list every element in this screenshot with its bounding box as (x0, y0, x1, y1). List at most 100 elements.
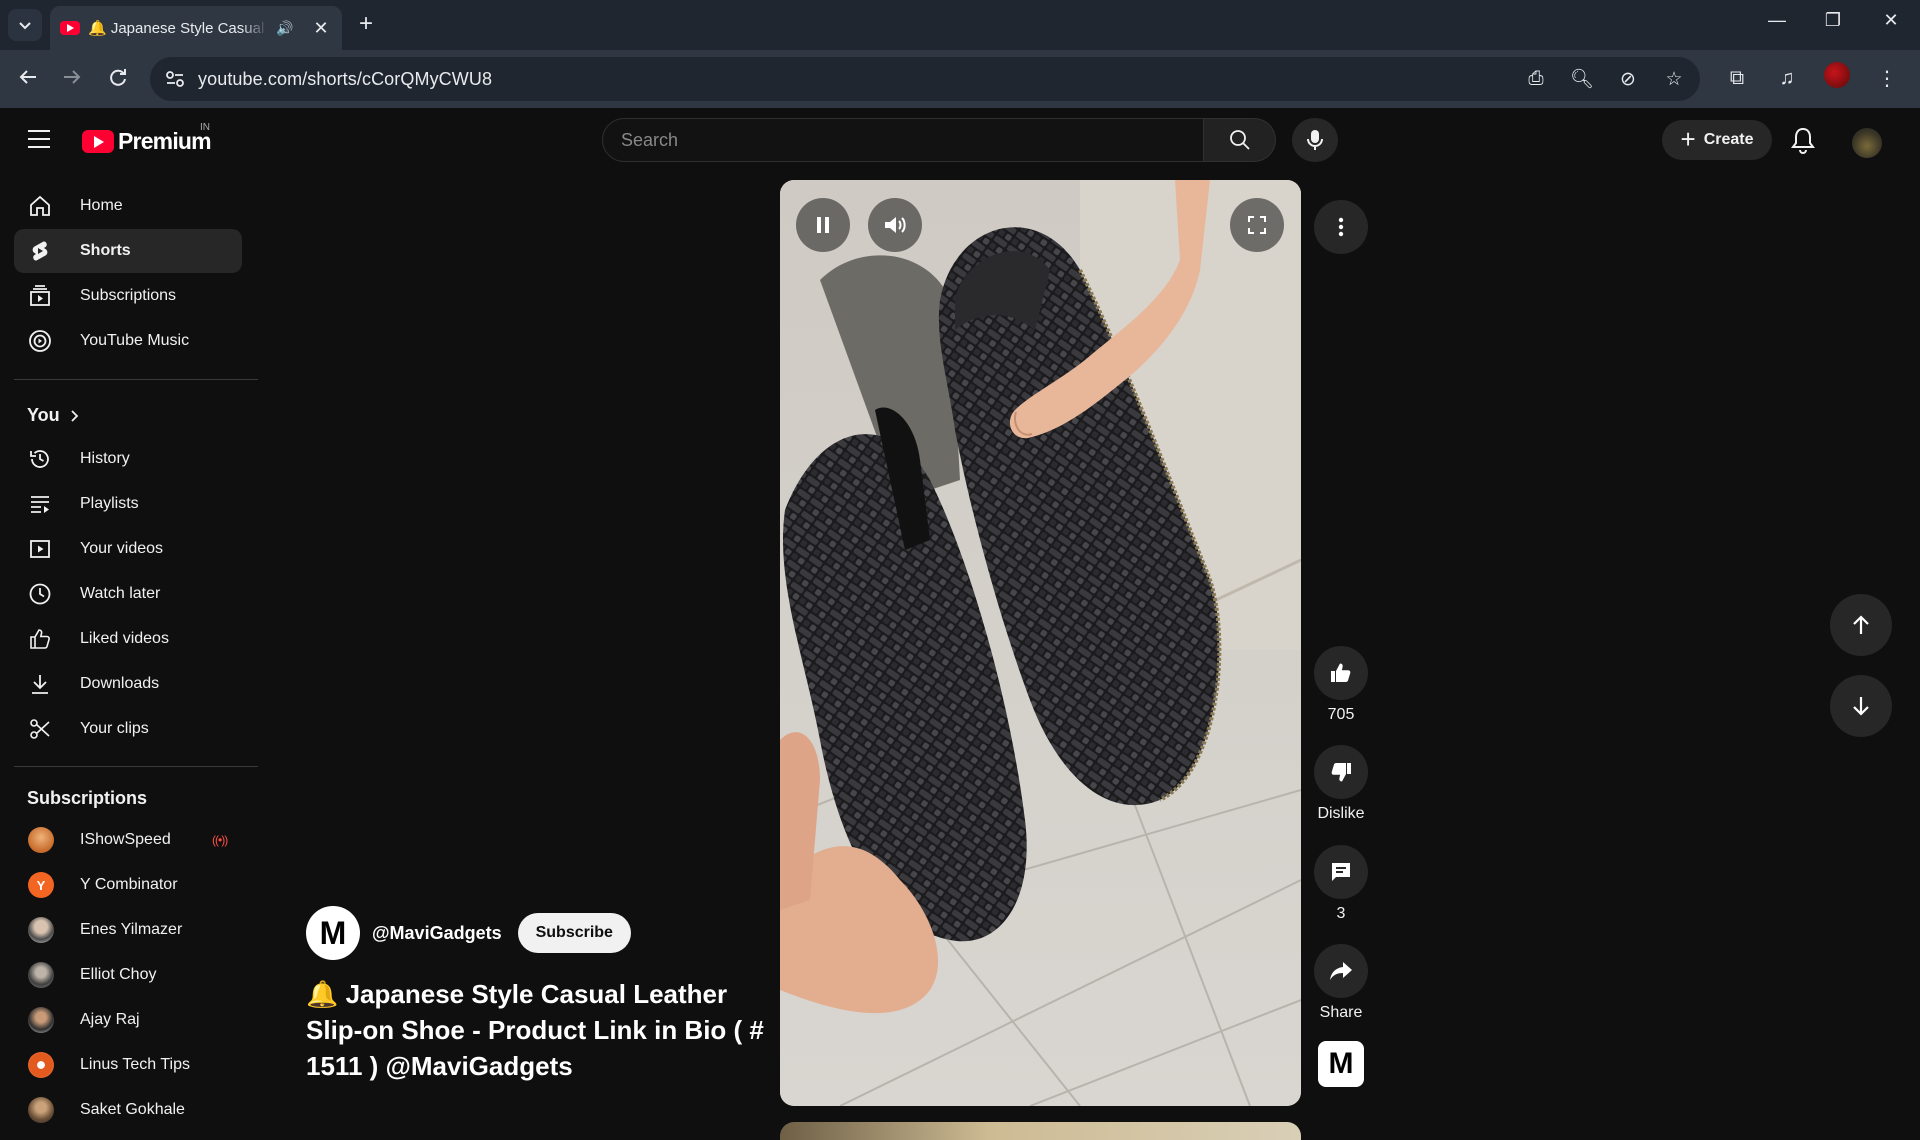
forward-button[interactable] (58, 66, 86, 94)
reload-button[interactable] (104, 66, 132, 94)
browser-tab-strip: 🔔 Japanese Style Casual Leather Slip-on … (0, 0, 1920, 50)
dislike-button[interactable] (1314, 745, 1368, 799)
sidebar-item-downloads[interactable]: Downloads (14, 662, 242, 706)
share-icon (1330, 962, 1352, 980)
sidebar-section-title: You (27, 405, 60, 425)
tab-audio-icon[interactable]: 🔊 (276, 20, 293, 37)
install-app-icon[interactable]: ⎙ (1524, 68, 1548, 90)
sidebar-item-label: Liked videos (80, 630, 169, 647)
comment-count: 3 (1336, 905, 1346, 922)
guide-sidebar: Home Shorts Subscriptions YouTube Music … (0, 172, 258, 1140)
site-info-icon[interactable] (164, 68, 186, 90)
sidebar-item-history[interactable]: History (14, 437, 242, 481)
more-actions-button[interactable] (1314, 200, 1368, 254)
channel-avatar (28, 962, 54, 988)
like-count: 705 (1327, 706, 1355, 723)
back-button[interactable] (14, 66, 42, 94)
sidebar-item-shorts[interactable]: Shorts (14, 229, 242, 273)
chevron-right-icon (71, 409, 78, 422)
sidebar-item-label: Elliot Choy (80, 966, 157, 983)
subscription-item[interactable]: Enes Yilmazer (14, 908, 242, 952)
share-action: Share (1314, 944, 1368, 1022)
short-title[interactable]: 🔔 Japanese Style Casual Leather Slip-on … (306, 976, 766, 1084)
pause-button[interactable] (796, 198, 850, 252)
media-controls-icon[interactable]: ♫ (1774, 67, 1800, 90)
your-videos-icon (28, 537, 52, 561)
youtube-favicon-icon (60, 21, 80, 35)
tab-close-button[interactable]: ✕ (310, 18, 332, 39)
channel-handle[interactable]: @MaviGadgets (372, 923, 502, 944)
short-metadata: M @MaviGadgets Subscribe 🔔 Japanese Styl… (306, 906, 766, 1084)
subscription-item[interactable]: Linus Tech Tips (14, 1043, 242, 1087)
window-minimize-button[interactable]: — (1762, 10, 1792, 31)
comments-button[interactable] (1314, 845, 1368, 899)
sidebar-item-home[interactable]: Home (14, 184, 242, 228)
sidebar-item-your-clips[interactable]: Your clips (14, 707, 242, 751)
create-label: Create (1703, 131, 1754, 148)
subscription-item[interactable]: Elliot Choy (14, 953, 242, 997)
sidebar-item-label: Your clips (80, 720, 149, 737)
subscription-item[interactable]: IShowSpeed ((•)) (14, 818, 242, 862)
watch-later-icon (28, 582, 52, 606)
logo-brand-text: Premium (118, 128, 212, 154)
search-button[interactable] (1204, 118, 1276, 162)
tracking-protection-icon[interactable]: ⊘ (1616, 68, 1640, 91)
address-bar[interactable]: youtube.com/shorts/cCorQMyCWU8 ⎙ 🔍︎ ⊘ ☆ (150, 57, 1700, 101)
account-avatar[interactable] (1852, 128, 1882, 158)
notifications-button[interactable] (1790, 126, 1816, 154)
playlists-icon (28, 492, 52, 516)
sidebar-section-title: Subscriptions (27, 788, 148, 808)
channel-thumbnail[interactable]: M (1318, 1041, 1364, 1087)
profile-avatar[interactable] (1824, 62, 1850, 94)
thumbs-down-icon (1331, 763, 1351, 782)
browser-tab-active[interactable]: 🔔 Japanese Style Casual Leather Slip-on … (50, 6, 342, 50)
channel-avatar[interactable]: M (306, 906, 360, 960)
youtube-premium-logo[interactable]: Premium IN (82, 122, 212, 155)
guide-menu-icon[interactable] (28, 130, 50, 148)
sidebar-item-liked-videos[interactable]: Liked videos (14, 617, 242, 661)
tab-search-button[interactable] (8, 9, 42, 41)
like-button[interactable] (1314, 646, 1368, 700)
sidebar-item-subscriptions[interactable]: Subscriptions (14, 274, 242, 318)
browser-menu-icon[interactable]: ⋮ (1874, 66, 1900, 91)
fullscreen-icon (1248, 216, 1266, 234)
sidebar-item-your-videos[interactable]: Your videos (14, 527, 242, 571)
zoom-icon[interactable]: 🔍︎ (1570, 67, 1594, 91)
channel-avatar (28, 827, 54, 853)
subscribe-button[interactable]: Subscribe (517, 913, 631, 953)
new-tab-button[interactable]: + (354, 12, 378, 36)
sidebar-item-label: Shorts (80, 242, 131, 259)
volume-button[interactable] (868, 198, 922, 252)
sidebar-you-header[interactable]: You (27, 405, 80, 426)
window-restore-button[interactable]: ❐ (1818, 10, 1848, 31)
subscription-item[interactable]: Ajay Raj (14, 998, 242, 1042)
sidebar-item-label: IShowSpeed (80, 831, 171, 848)
sidebar-item-label: Ajay Raj (80, 1011, 140, 1028)
channel-avatar: Y (28, 872, 54, 898)
like-action: 705 (1314, 646, 1368, 724)
comments-action: 3 (1314, 845, 1368, 923)
next-short-button[interactable] (1830, 675, 1892, 737)
shorts-video-player[interactable] (780, 180, 1301, 1106)
fullscreen-button[interactable] (1230, 198, 1284, 252)
share-button[interactable] (1314, 944, 1368, 998)
voice-search-button[interactable] (1292, 118, 1338, 162)
sidebar-item-label: Linus Tech Tips (80, 1056, 190, 1073)
video-frame (780, 180, 1301, 1106)
arrow-down-icon (1853, 697, 1869, 716)
sidebar-divider (14, 766, 258, 767)
sidebar-item-playlists[interactable]: Playlists (14, 482, 242, 526)
create-button[interactable]: + Create (1662, 120, 1772, 160)
extensions-icon[interactable]: ⧉ (1724, 67, 1750, 90)
subscription-item[interactable]: Y Y Combinator (14, 863, 242, 907)
next-short-preview[interactable] (780, 1122, 1301, 1140)
bookmark-star-icon[interactable]: ☆ (1662, 68, 1686, 91)
downloads-icon (28, 672, 52, 696)
subscription-item[interactable]: Saket Gokhale (14, 1088, 242, 1132)
previous-short-button[interactable] (1830, 594, 1892, 656)
search-input[interactable] (603, 119, 1203, 161)
sidebar-item-youtube-music[interactable]: YouTube Music (14, 319, 242, 363)
sidebar-item-watch-later[interactable]: Watch later (14, 572, 242, 616)
window-close-button[interactable]: ✕ (1876, 10, 1906, 31)
sidebar-item-label: Watch later (80, 585, 161, 602)
